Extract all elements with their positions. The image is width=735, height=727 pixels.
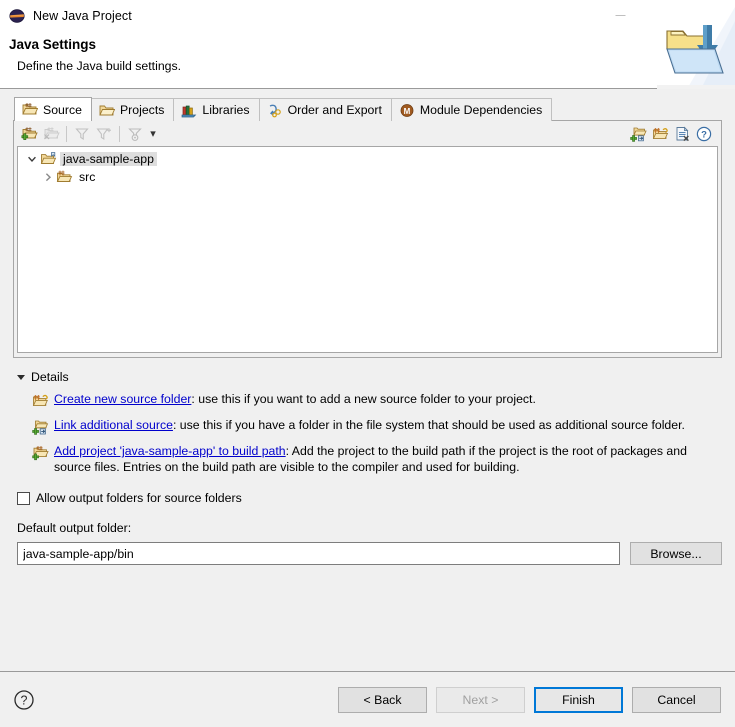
folder-import-banner-icon	[657, 7, 735, 89]
tree-row[interactable]: src	[18, 168, 717, 186]
svg-text:M: M	[404, 107, 411, 116]
detail-text: Link additional source: use this if you …	[54, 418, 722, 434]
add-project-to-build-path-link[interactable]: Add project 'java-sample-app' to build p…	[54, 444, 286, 458]
detail-desc: : use this if you have a folder in the f…	[172, 418, 685, 432]
add-project-to-build-path-icon	[32, 445, 49, 461]
remove-folder-icon	[40, 124, 62, 144]
next-button: Next >	[436, 686, 525, 713]
tab-projects[interactable]: Projects	[90, 98, 175, 121]
tab-libraries[interactable]: Libraries	[173, 98, 260, 121]
source-toolbar: ▾ ?	[14, 121, 721, 146]
project-source-folder-icon	[40, 151, 57, 167]
chevron-down-icon[interactable]	[24, 151, 40, 167]
details-section-header[interactable]: Details	[17, 370, 722, 384]
link-source-folder-icon[interactable]	[649, 124, 671, 144]
tab-bar: Source Projects Libraries Order and Expo…	[14, 97, 722, 121]
default-output-folder-row: Browse...	[17, 542, 722, 565]
cancel-button[interactable]: Cancel	[632, 686, 721, 713]
triangle-down-icon[interactable]	[17, 374, 25, 380]
minimize-button[interactable]	[597, 0, 643, 31]
tab-order-and-export[interactable]: Order and Export	[258, 98, 392, 121]
page-title: Java Settings	[9, 37, 97, 52]
link-additional-source-icon	[32, 419, 49, 435]
details-label: Details	[31, 370, 69, 384]
title-bar: New Java Project	[0, 0, 735, 31]
toolbar-separator-1	[66, 125, 67, 142]
chevron-right-icon[interactable]	[40, 169, 56, 185]
help-question-icon[interactable]: ?	[13, 689, 35, 711]
tab-libraries-label: Libraries	[202, 103, 250, 117]
page-subtitle: Define the Java build settings.	[17, 59, 182, 73]
allow-output-folders-label: Allow output folders for source folders	[36, 491, 242, 505]
detail-add-project-to-build-path: Add project 'java-sample-app' to build p…	[13, 444, 722, 475]
back-button[interactable]: < Back	[338, 686, 427, 713]
dialog-body: Source Projects Libraries Order and Expo…	[0, 89, 735, 671]
default-output-folder-label: Default output folder:	[17, 521, 132, 535]
filter-settings-icon	[124, 124, 146, 144]
tab-module-dependencies-label: Module Dependencies	[419, 103, 543, 117]
source-package-folder-icon	[56, 169, 73, 185]
toolbar-separator-2	[119, 125, 120, 142]
tree-item-src-label: src	[79, 170, 96, 184]
collapse-filter-icon	[71, 124, 93, 144]
source-tab-panel: ▾ ? java-sample-app src	[13, 120, 722, 358]
browse-button[interactable]: Browse...	[630, 542, 722, 565]
help-icon[interactable]: ?	[693, 124, 715, 144]
tab-module-dependencies[interactable]: M Module Dependencies	[390, 98, 553, 121]
eclipse-icon	[9, 8, 25, 24]
create-source-folder-icon[interactable]	[627, 124, 649, 144]
toolbar-dropdown-caret[interactable]: ▾	[146, 125, 160, 143]
tab-source-label: Source	[43, 102, 82, 117]
svg-text:?: ?	[701, 129, 707, 140]
tab-order-and-export-label: Order and Export	[287, 103, 382, 117]
default-output-folder-input[interactable]	[17, 542, 620, 565]
link-additional-source-link[interactable]: Link additional source	[54, 418, 173, 432]
add-folder-icon[interactable]	[18, 124, 40, 144]
expand-filter-icon	[93, 124, 115, 144]
detail-desc: : use this if you want to add a new sour…	[191, 392, 536, 406]
create-new-source-folder-link[interactable]: Create new source folder	[54, 392, 191, 406]
page-header: Java Settings Define the Java build sett…	[0, 7, 735, 89]
tree-row[interactable]: java-sample-app	[18, 150, 717, 168]
create-new-source-folder-icon	[32, 393, 49, 409]
detail-create-new-source-folder: Create new source folder: use this if yo…	[13, 392, 722, 409]
svg-text:?: ?	[21, 693, 28, 707]
libraries-books-icon	[181, 103, 197, 118]
source-folder-icon	[22, 102, 38, 117]
tree-item-project-label: java-sample-app	[60, 152, 157, 166]
detail-text: Create new source folder: use this if yo…	[54, 392, 722, 408]
allow-output-folders-checkbox[interactable]	[17, 491, 30, 505]
dialog-footer: ? < Back Next > Finish Cancel	[0, 672, 735, 727]
new-java-project-dialog: New Java Project Java Settings Define th…	[0, 0, 735, 727]
window-title: New Java Project	[33, 8, 132, 23]
source-folders-tree[interactable]: java-sample-app src	[17, 146, 718, 353]
detail-text: Add project 'java-sample-app' to build p…	[54, 444, 722, 475]
clear-entries-icon[interactable]	[671, 124, 693, 144]
finish-button[interactable]: Finish	[534, 686, 623, 713]
detail-link-additional-source: Link additional source: use this if you …	[13, 418, 722, 435]
order-export-icon	[267, 103, 283, 118]
projects-folder-icon	[99, 103, 115, 118]
module-dependencies-icon: M	[399, 103, 415, 118]
tab-source[interactable]: Source	[14, 97, 92, 121]
tab-projects-label: Projects	[119, 103, 165, 117]
allow-output-folders-row[interactable]: Allow output folders for source folders	[17, 491, 722, 505]
